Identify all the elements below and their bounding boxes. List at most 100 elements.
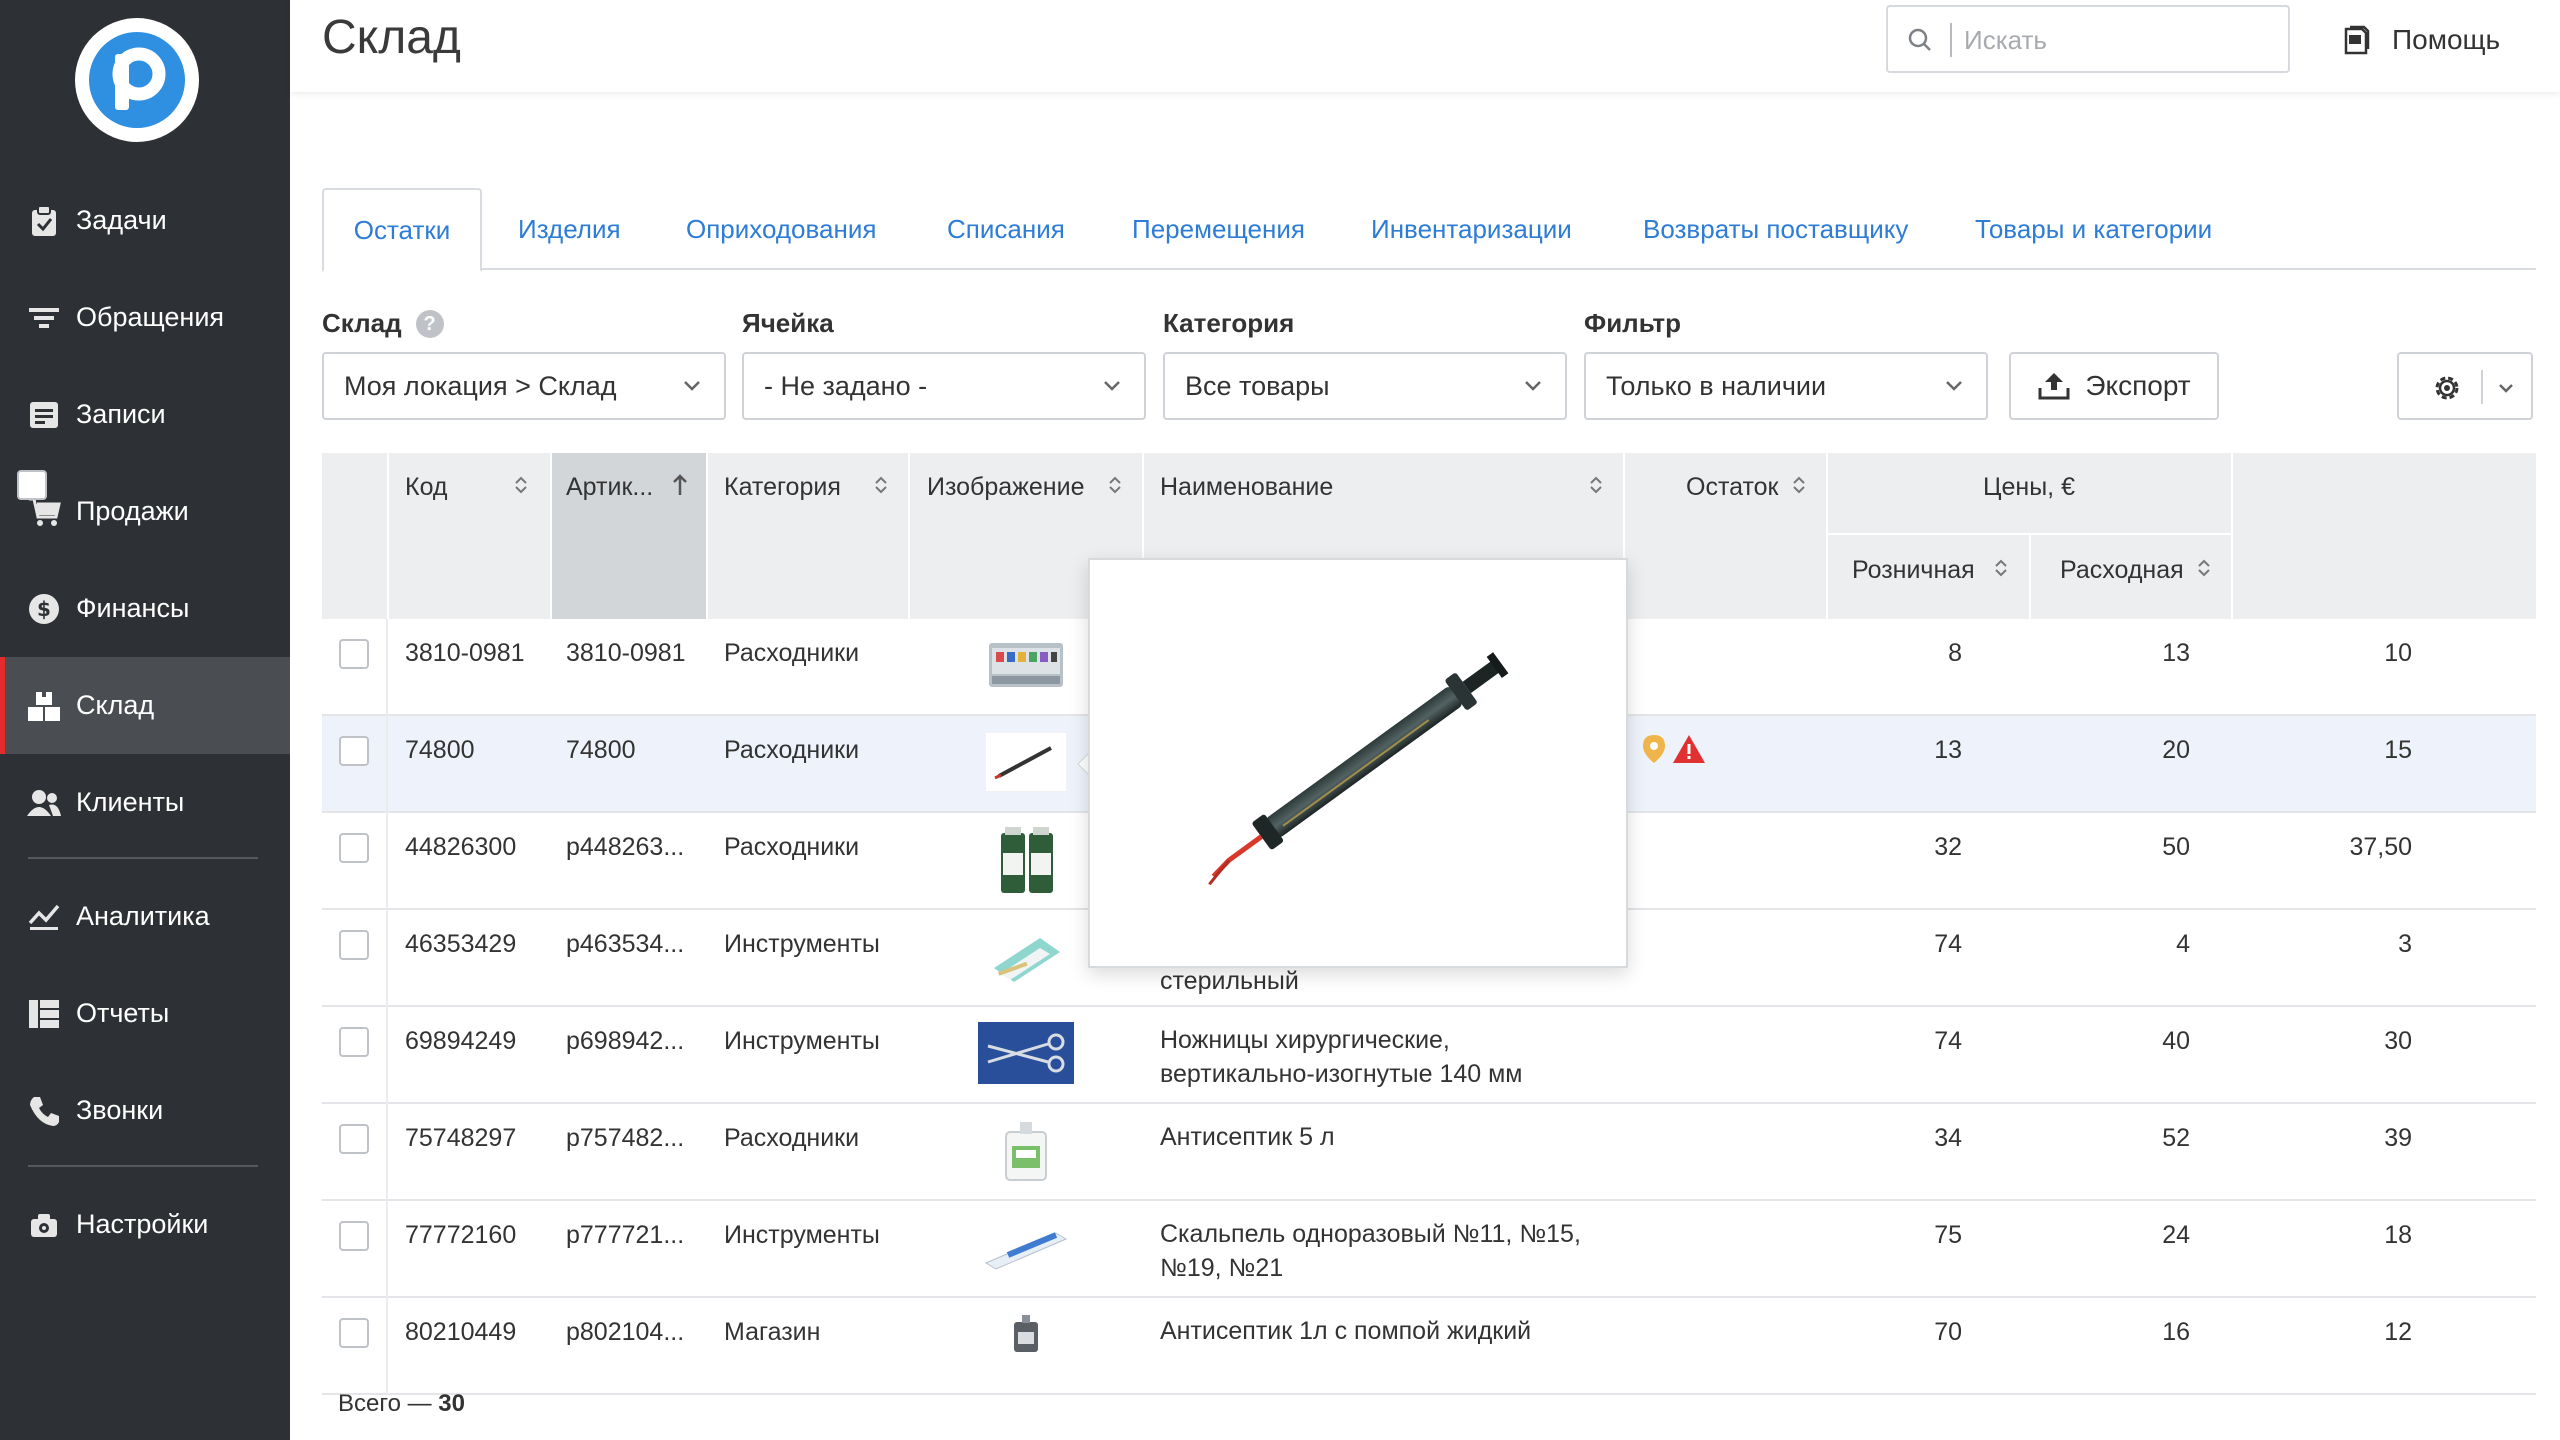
sort-icon[interactable]: [874, 475, 888, 495]
sidebar-item-warehouse[interactable]: Склад: [0, 657, 290, 754]
sidebar-item-settings[interactable]: Настройки: [0, 1176, 290, 1273]
table-row[interactable]: 77772160 p777721... Инструменты Скальпел…: [322, 1201, 2536, 1298]
sort-icon[interactable]: [1792, 475, 1806, 495]
tab-writeoffs[interactable]: Списания: [947, 188, 1065, 270]
sidebar-item-label: Звонки: [76, 1095, 164, 1125]
search-input[interactable]: [1964, 19, 2274, 61]
sidebar-item-clients[interactable]: Клиенты: [0, 754, 290, 851]
settings-divider: [2481, 370, 2483, 404]
sidebar-item-calls[interactable]: Звонки: [0, 1062, 290, 1159]
row-checkbox[interactable]: [339, 1027, 369, 1057]
sort-icon[interactable]: [1589, 475, 1603, 495]
tab-receipts[interactable]: Оприходования: [686, 188, 876, 270]
location-pin-icon[interactable]: [1640, 733, 1668, 765]
warning-icon[interactable]: [1672, 733, 1706, 765]
sidebar-item-label: Продажи: [76, 496, 189, 526]
tab-stock[interactable]: Остатки: [322, 188, 482, 272]
row-checkbox[interactable]: [339, 639, 369, 669]
sidebar-item-tasks[interactable]: Задачи: [0, 172, 290, 269]
cell-retail-price: 16: [2162, 1318, 2190, 1346]
image-preview-popup: [1088, 558, 1628, 968]
cell-stock: 75: [1934, 1221, 1962, 1249]
search-box[interactable]: [1886, 5, 2290, 73]
product-thumbnail[interactable]: [988, 642, 1064, 688]
row-status-icons: [1640, 733, 1706, 765]
row-checkbox[interactable]: [339, 1221, 369, 1251]
cell-expense-price: 30: [2384, 1027, 2412, 1055]
row-checkbox[interactable]: [339, 736, 369, 766]
tab-supplier-returns[interactable]: Возвраты поставщику: [1643, 188, 1908, 270]
warehouse-select[interactable]: Моя локация > Склад: [322, 352, 726, 420]
row-divider: [386, 1298, 388, 1395]
cell-name-line1: Скальпель одноразовый №11, №15,: [1160, 1220, 1581, 1248]
sidebar-item-finance[interactable]: $ Финансы: [0, 560, 290, 657]
cell-retail-price: 50: [2162, 833, 2190, 861]
header-category[interactable]: Категория: [724, 473, 841, 502]
product-thumbnail[interactable]: [988, 928, 1064, 986]
product-thumbnail[interactable]: [985, 732, 1067, 792]
sort-icon[interactable]: [514, 475, 528, 495]
sidebar-item-requests[interactable]: Обращения: [0, 269, 290, 366]
header-code[interactable]: Код: [405, 473, 448, 502]
cell-category: Расходники: [724, 833, 860, 861]
row-checkbox[interactable]: [339, 833, 369, 863]
export-button[interactable]: Экспорт: [2009, 352, 2219, 420]
table-row[interactable]: 75748297 p757482... Расходники Антисепти…: [322, 1104, 2536, 1201]
cell-article: p802104...: [566, 1318, 685, 1346]
help-book-icon: [2340, 24, 2372, 56]
category-select[interactable]: Все товары: [1163, 352, 1567, 420]
cell-article: p777721...: [566, 1221, 685, 1249]
tab-goods-categories[interactable]: Товары и категории: [1975, 188, 2212, 270]
sort-icon[interactable]: [1994, 558, 2008, 578]
product-thumbnail[interactable]: [980, 1219, 1072, 1275]
tab-transfers[interactable]: Перемещения: [1132, 188, 1305, 270]
sidebar-item-label: Отчеты: [76, 998, 170, 1028]
cell-select[interactable]: - Не задано -: [742, 352, 1146, 420]
row-checkbox[interactable]: [339, 930, 369, 960]
product-thumbnail[interactable]: [978, 1022, 1074, 1084]
cell-stock: 13: [1934, 736, 1962, 764]
tab-label: Инвентаризации: [1371, 213, 1572, 244]
sidebar-item-reports[interactable]: Отчеты: [0, 965, 290, 1062]
app-logo[interactable]: [75, 18, 199, 142]
product-thumbnail[interactable]: [999, 825, 1055, 895]
sidebar-divider: [28, 1165, 258, 1167]
row-divider: [386, 716, 388, 813]
sidebar-item-analytics[interactable]: Аналитика: [0, 868, 290, 965]
logo-mark: [89, 32, 185, 128]
header-stock[interactable]: Остаток: [1686, 473, 1778, 502]
header-image[interactable]: Изображение: [927, 473, 1084, 502]
row-checkbox[interactable]: [339, 1124, 369, 1154]
table-settings-button[interactable]: [2397, 352, 2533, 420]
sidebar-item-records[interactable]: Записи: [0, 366, 290, 463]
header-article[interactable]: Артик...: [566, 473, 653, 502]
cell-name-line2: вертикально-изогнутые 140 мм: [1160, 1060, 1523, 1088]
help-button[interactable]: Помощь: [2340, 20, 2500, 60]
tab-label: Изделия: [518, 213, 621, 244]
sidebar-item-label: Финансы: [76, 593, 190, 623]
header-expense-price[interactable]: Расходная: [2060, 556, 2184, 585]
cell-stock: 70: [1934, 1318, 1962, 1346]
header-name[interactable]: Наименование: [1160, 473, 1333, 502]
help-question-icon[interactable]: ?: [415, 310, 444, 338]
select-value: Только в наличии: [1606, 370, 1827, 401]
status-filter-select[interactable]: Только в наличии: [1584, 352, 1988, 420]
cell-expense-price: 39: [2384, 1124, 2412, 1152]
select-all-checkbox[interactable]: [17, 470, 47, 500]
row-checkbox[interactable]: [339, 1318, 369, 1348]
sort-icon[interactable]: [2197, 558, 2211, 578]
product-thumbnail[interactable]: [1012, 1314, 1040, 1354]
cell-category: Расходники: [724, 1124, 860, 1152]
cell-retail-price: 13: [2162, 639, 2190, 667]
header-retail-price[interactable]: Розничная: [1852, 556, 1975, 585]
cell-article: p757482...: [566, 1124, 685, 1152]
product-thumbnail[interactable]: [1002, 1120, 1050, 1182]
cell-code: 77772160: [405, 1221, 517, 1249]
cell-code: 80210449: [405, 1318, 517, 1346]
table-row[interactable]: 69894249 p698942... Инструменты Ножницы …: [322, 1007, 2536, 1104]
tab-inventories[interactable]: Инвентаризации: [1371, 188, 1572, 270]
sort-icon[interactable]: [1108, 475, 1122, 495]
table-row[interactable]: 80210449 p802104... Магазин Антисептик 1…: [322, 1298, 2536, 1395]
tab-products[interactable]: Изделия: [518, 188, 621, 270]
sort-ascending-icon[interactable]: [672, 473, 688, 497]
